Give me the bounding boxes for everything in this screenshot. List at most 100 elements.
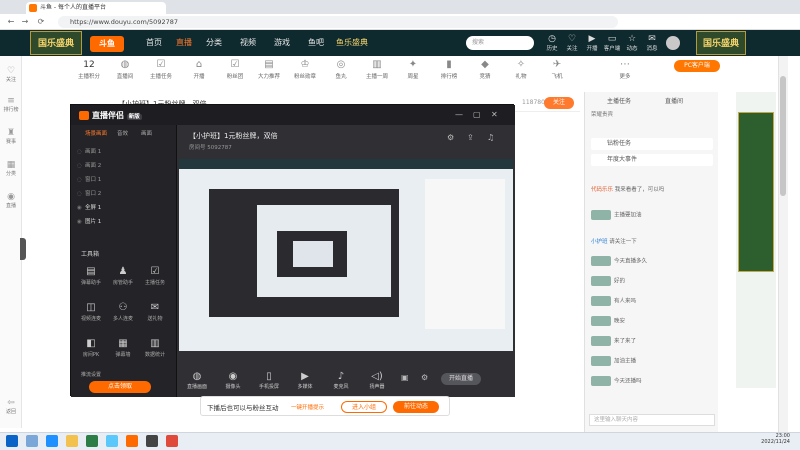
tool-fans[interactable]: 12 主播积分 bbox=[74, 58, 104, 80]
follow-icon[interactable]: ♡ 关注 bbox=[562, 34, 582, 52]
tool-star[interactable]: ✦ 周星 bbox=[398, 58, 428, 80]
minimize-icon[interactable]: — bbox=[455, 110, 463, 119]
scene-item[interactable]: ◌ 画面 1 bbox=[77, 147, 171, 157]
nav-game[interactable]: 游戏 bbox=[274, 30, 290, 56]
tool-video-link[interactable]: ◫ 视频连麦 bbox=[77, 301, 105, 322]
tab-scene[interactable]: 场景画面 bbox=[85, 129, 107, 137]
edge-icon[interactable] bbox=[46, 435, 58, 447]
sidebar-item-back[interactable]: ⇦ 返回 bbox=[0, 398, 22, 415]
sidebar-item-match[interactable]: ♜ 赛事 bbox=[0, 128, 22, 145]
sidebar-item-live[interactable]: ◉ 直播 bbox=[0, 192, 22, 209]
tool-multi-link[interactable]: ⚇ 多人连麦 bbox=[109, 301, 137, 322]
source-camera[interactable]: ◉ 摄像头 bbox=[217, 371, 249, 390]
tool-danmaku[interactable]: ▤ 弹幕助手 bbox=[77, 265, 105, 286]
start-menu-icon[interactable] bbox=[6, 435, 18, 447]
tool-gift[interactable]: ✧ 礼物 bbox=[506, 58, 536, 80]
avatar[interactable] bbox=[666, 36, 680, 50]
nav-home[interactable]: 首页 bbox=[146, 30, 162, 56]
search-icon[interactable] bbox=[26, 435, 38, 447]
activity-claim-button[interactable]: 点击领取 bbox=[89, 381, 151, 393]
clock[interactable]: 23:00 2022/11/24 bbox=[740, 433, 790, 445]
source-phone[interactable]: ▯ 手机投屏 bbox=[253, 371, 285, 390]
stream-preview[interactable] bbox=[179, 159, 513, 351]
tool-more[interactable]: ⋯ 更多 bbox=[610, 58, 640, 80]
tool-stats[interactable]: ▥ 数据统计 bbox=[141, 337, 169, 358]
scene-item[interactable]: ◌ 画面 2 bbox=[77, 161, 171, 171]
tool-start[interactable]: ⌂ 开播 bbox=[184, 58, 214, 80]
forward-icon[interactable]: → bbox=[20, 17, 30, 27]
message-icon[interactable]: ✉ 消息 bbox=[642, 34, 662, 52]
enter-group-button[interactable]: 进入小组 bbox=[341, 401, 387, 413]
app-icon[interactable] bbox=[146, 435, 158, 447]
scene-item[interactable]: ◉ 全屏 1 bbox=[77, 203, 171, 213]
activity-icon[interactable]: ☆ 动态 bbox=[622, 34, 642, 52]
tool-danmaku-wall[interactable]: ▦ 弹幕墙 bbox=[109, 337, 137, 358]
pc-client-button[interactable]: PC客户端 bbox=[674, 60, 720, 72]
nav-festival[interactable]: 鱼乐盛典 bbox=[336, 30, 368, 56]
tool-recommend[interactable]: ▤ 大力推荐 bbox=[254, 58, 284, 80]
history-icon[interactable]: ◷ 历史 bbox=[542, 34, 562, 52]
start-live-button[interactable]: 开始直播 bbox=[441, 373, 481, 385]
share-icon[interactable]: ⇪ bbox=[467, 133, 474, 142]
tool-send-gift[interactable]: ✉ 送礼物 bbox=[141, 301, 169, 322]
tool-guess[interactable]: ◆ 竞猜 bbox=[470, 58, 500, 80]
nav-live[interactable]: 直播 bbox=[176, 30, 192, 56]
source-media[interactable]: ▶ 多媒体 bbox=[289, 371, 321, 390]
event-year[interactable]: 年度大事件 bbox=[591, 154, 713, 166]
gear-icon[interactable]: ⚙ bbox=[421, 373, 428, 382]
maximize-icon[interactable]: ▢ bbox=[473, 110, 481, 119]
close-icon[interactable]: ✕ bbox=[491, 110, 498, 119]
explorer-icon[interactable] bbox=[66, 435, 78, 447]
browser-tab[interactable]: 斗鱼 - 每个人的直播平台 bbox=[26, 2, 166, 14]
client-icon[interactable]: ▭ 客户端 bbox=[602, 34, 622, 52]
sidebar-item-follow[interactable]: ♡ 关注 bbox=[0, 66, 22, 83]
nav-video[interactable]: 视频 bbox=[240, 30, 256, 56]
tab-anchor-task[interactable]: 主播任务 bbox=[607, 96, 631, 105]
tool-ranking[interactable]: ▮ 排行榜 bbox=[434, 58, 464, 80]
search-input[interactable]: 搜索 bbox=[466, 36, 534, 50]
tool-pk[interactable]: ◧ 房间PK bbox=[77, 337, 105, 358]
tool-fishball[interactable]: ◎ 鱼丸 bbox=[326, 58, 356, 80]
douyu-logo[interactable]: 斗鱼 bbox=[90, 36, 124, 52]
tool-room[interactable]: ◍ 直播间 bbox=[110, 58, 140, 80]
tool-admin[interactable]: ♟ 房管助手 bbox=[109, 265, 137, 286]
scene-item[interactable]: ◉ 图片 1 bbox=[77, 217, 171, 227]
tool-task[interactable]: ☑ 主播任务 bbox=[146, 58, 176, 80]
douyu-app-icon[interactable] bbox=[126, 435, 138, 447]
sidebar-item-category[interactable]: ▦ 分类 bbox=[0, 160, 22, 177]
broadcast-icon[interactable]: ▶ 开播 bbox=[582, 34, 602, 52]
event-fan-task[interactable]: 钻粉任务 bbox=[591, 138, 713, 150]
ad-banner[interactable] bbox=[738, 112, 774, 272]
app-icon[interactable] bbox=[166, 435, 178, 447]
tab-sound[interactable]: 音效 bbox=[117, 129, 128, 137]
scene-item[interactable]: ◌ 窗口 2 bbox=[77, 189, 171, 199]
tool-plane[interactable]: ✈ 飞机 bbox=[542, 58, 572, 80]
back-icon[interactable]: ← bbox=[6, 17, 16, 27]
scene-item[interactable]: ◌ 窗口 1 bbox=[77, 175, 171, 185]
tool-fanclub[interactable]: ☑ 粉丝团 bbox=[220, 58, 250, 80]
tool-medal[interactable]: ♔ 粉丝勋章 bbox=[290, 58, 320, 80]
scrollbar-thumb[interactable] bbox=[780, 76, 786, 196]
nav-yuba[interactable]: 鱼吧 bbox=[308, 30, 324, 56]
microphone-icon[interactable]: ♪ 麦克风 bbox=[325, 371, 357, 390]
sidebar-item-rank[interactable]: ≡ 排行榜 bbox=[0, 96, 22, 113]
live-bar-link[interactable]: 一键开播提示 bbox=[291, 403, 324, 411]
tool-anchor-task[interactable]: ☑ 主播任务 bbox=[141, 265, 169, 286]
tab-canvas[interactable]: 画面 bbox=[141, 129, 152, 137]
source-screen[interactable]: ◍ 直播画面 bbox=[181, 371, 213, 390]
reload-icon[interactable]: ⟳ bbox=[36, 17, 46, 27]
app-icon[interactable] bbox=[86, 435, 98, 447]
bell-icon[interactable]: ♫ bbox=[487, 133, 494, 142]
nav-category[interactable]: 分类 bbox=[206, 30, 222, 56]
follow-button[interactable]: 关注 bbox=[544, 97, 574, 109]
event-banner-right[interactable]: 国乐盛典 bbox=[696, 31, 746, 55]
chat-input[interactable]: 这里输入聊天内容 bbox=[589, 414, 715, 426]
speaker-icon[interactable]: ◁) 扬声器 bbox=[361, 371, 393, 390]
url-input[interactable]: https://www.douyu.com/5092787 bbox=[58, 16, 618, 28]
event-banner-left[interactable]: 国乐盛典 bbox=[30, 31, 82, 55]
app-icon[interactable] bbox=[106, 435, 118, 447]
sidebar-collapse-handle[interactable] bbox=[20, 238, 26, 260]
settings-icon[interactable]: ⚙ bbox=[447, 133, 454, 142]
tab-room[interactable]: 直播间 bbox=[665, 96, 683, 105]
stream-settings[interactable]: 推流设置 bbox=[81, 371, 101, 378]
